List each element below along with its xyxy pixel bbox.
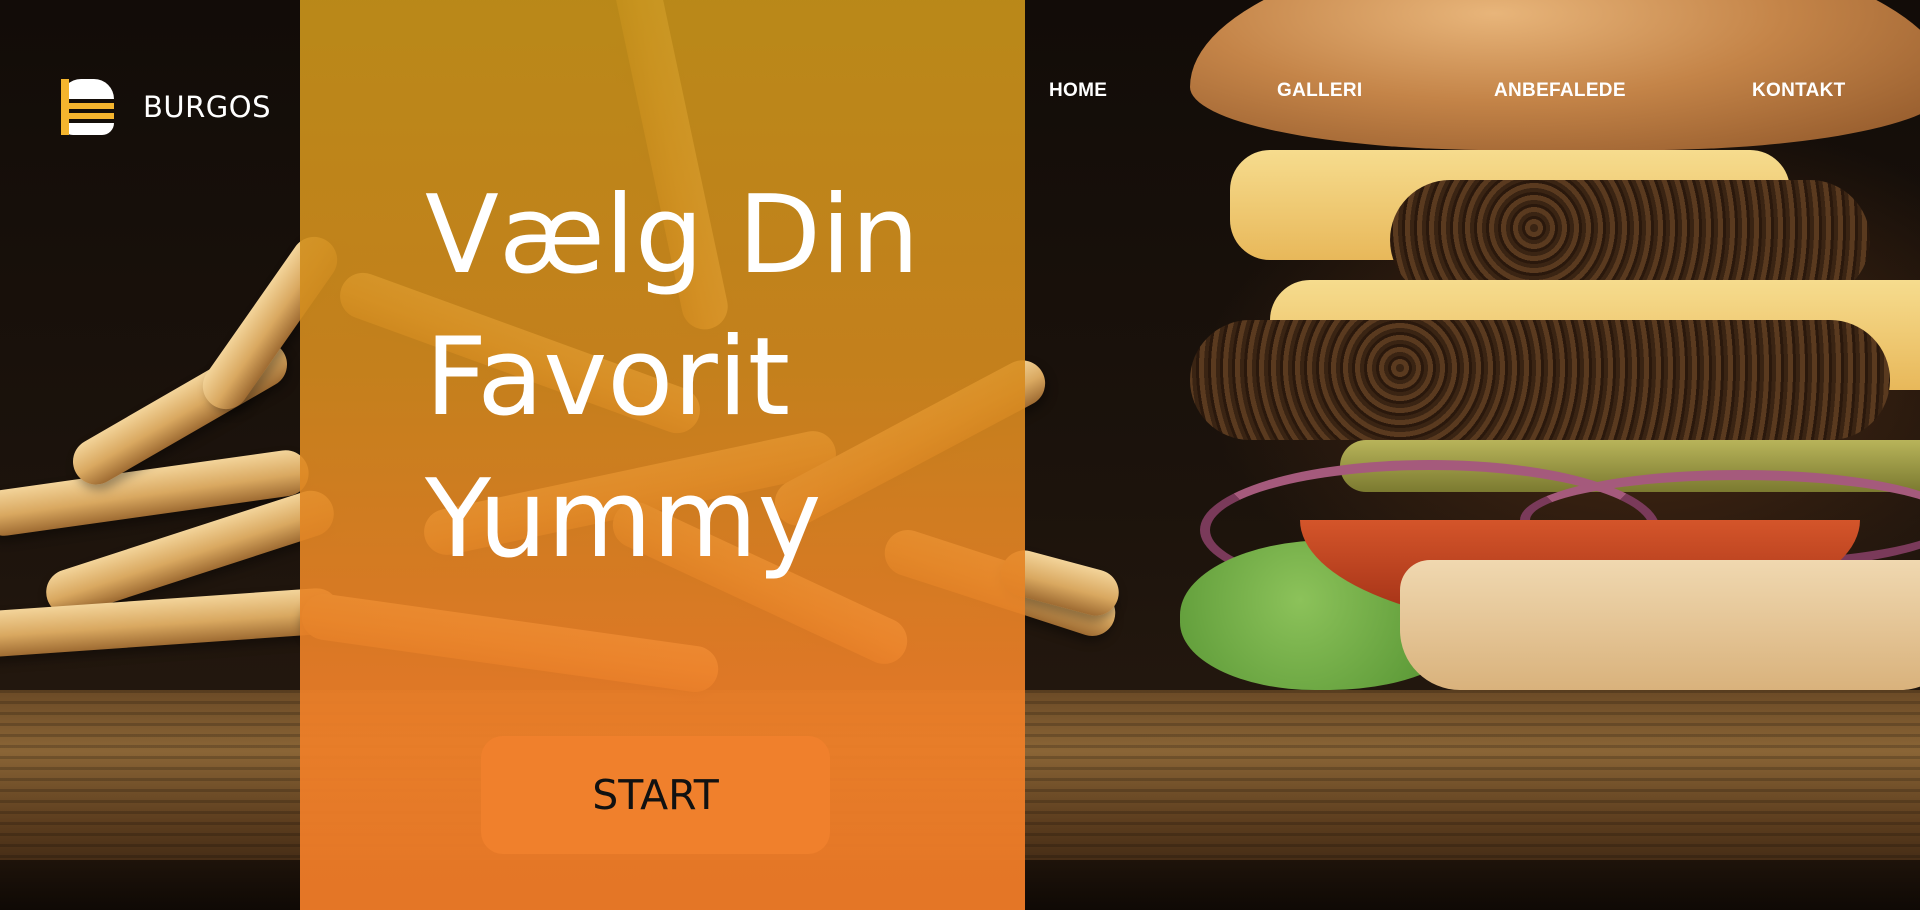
hero-line-3: Yummy: [425, 457, 822, 582]
hero-line-1: Vælg Din: [425, 173, 920, 298]
nav-home[interactable]: HOME: [1049, 80, 1107, 102]
main-nav: HOME GALLERI ANBEFALEDE KONTAKT: [0, 80, 1920, 104]
start-button[interactable]: START: [481, 736, 830, 854]
nav-kontakt[interactable]: KONTAKT: [1752, 80, 1846, 102]
nav-galleri[interactable]: GALLERI: [1277, 80, 1363, 102]
nav-anbefalede[interactable]: ANBEFALEDE: [1494, 80, 1626, 102]
hero-line-2: Favorit: [425, 315, 791, 440]
hero-heading: Vælg Din Favorit Yummy: [425, 165, 919, 591]
burger-image: [1190, 0, 1920, 150]
